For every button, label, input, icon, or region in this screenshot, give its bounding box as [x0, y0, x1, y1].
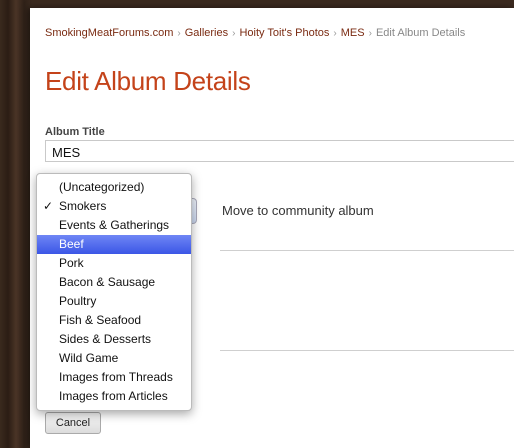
checkmark-icon: ✓ — [43, 199, 54, 213]
breadcrumb-current: Edit Album Details — [375, 27, 466, 39]
dropdown-option-beef[interactable]: Beef — [37, 235, 191, 254]
breadcrumb-separator: › — [232, 28, 236, 39]
dropdown-option-pork[interactable]: Pork — [37, 254, 191, 273]
dropdown-option-events-gatherings[interactable]: Events & Gatherings — [37, 216, 191, 235]
breadcrumb-item-site[interactable]: SmokingMeatForums.com — [45, 27, 173, 39]
breadcrumb-separator: › — [368, 28, 372, 39]
dropdown-option-images-from-threads[interactable]: Images from Threads — [37, 368, 191, 387]
dropdown-option-fish-seafood[interactable]: Fish & Seafood — [37, 311, 191, 330]
breadcrumb-item-album[interactable]: MES — [341, 27, 365, 39]
section-divider — [220, 350, 514, 351]
breadcrumb: SmokingMeatForums.com › Galleries › Hoity To… — [45, 27, 465, 43]
dropdown-option-smokers[interactable]: ✓ Smokers — [37, 197, 191, 216]
dropdown-option-poultry[interactable]: Poultry — [37, 292, 191, 311]
breadcrumb-item-user-photos[interactable]: Hoity Toit's Photos — [239, 27, 329, 39]
cancel-button[interactable]: Cancel — [45, 412, 101, 434]
move-to-community-label[interactable]: Move to community album — [222, 203, 374, 218]
dropdown-option-sides-desserts[interactable]: Sides & Desserts — [37, 330, 191, 349]
section-divider — [220, 250, 514, 251]
album-title-input[interactable]: MES — [45, 140, 514, 162]
dropdown-option-wild-game[interactable]: Wild Game — [37, 349, 191, 368]
dropdown-option-images-from-articles[interactable]: Images from Articles — [37, 387, 191, 406]
breadcrumb-item-galleries[interactable]: Galleries — [185, 27, 228, 39]
dropdown-option-bacon-sausage[interactable]: Bacon & Sausage — [37, 273, 191, 292]
page-title: Edit Album Details — [45, 66, 251, 96]
category-dropdown-menu[interactable]: (Uncategorized) ✓ Smokers Events & Gather… — [36, 173, 192, 411]
album-title-label: Album Title — [45, 126, 105, 138]
breadcrumb-separator: › — [177, 28, 181, 39]
dropdown-option-uncategorized[interactable]: (Uncategorized) — [37, 178, 191, 197]
breadcrumb-separator: › — [333, 28, 337, 39]
